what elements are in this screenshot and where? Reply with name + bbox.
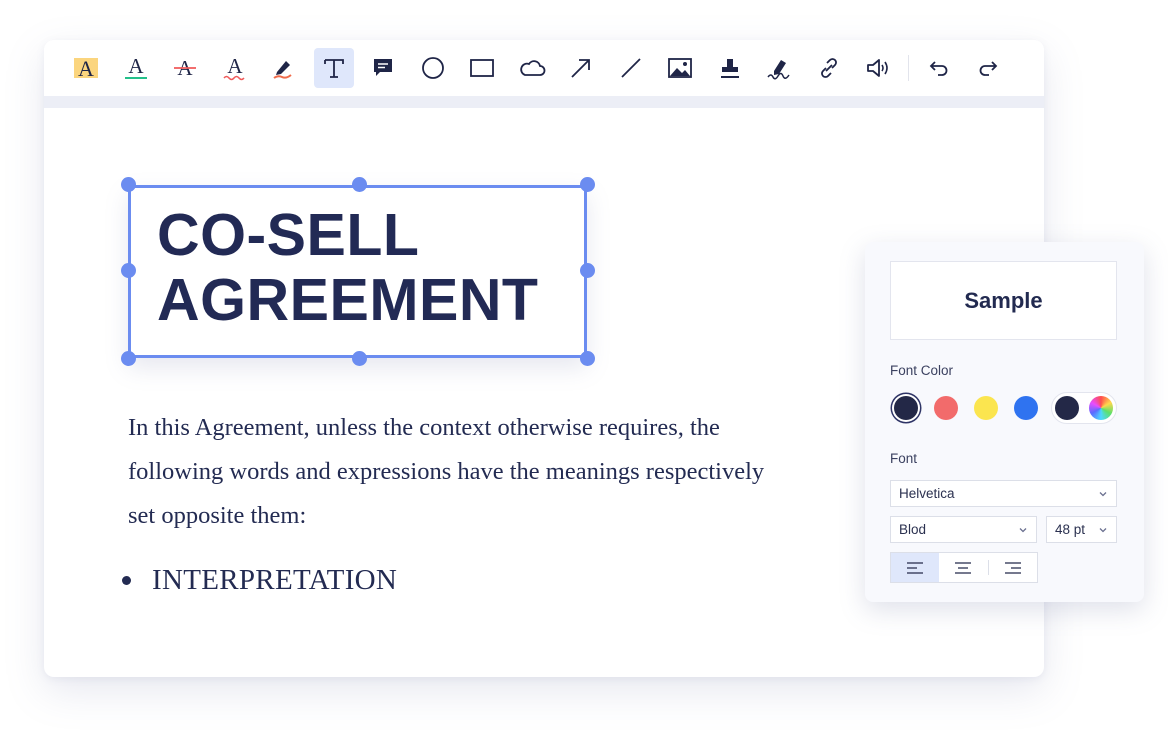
resize-handle-top-right[interactable] [580,177,595,192]
bullet-text: INTERPRETATION [152,564,398,596]
strikethrough-tool[interactable]: A [165,48,205,88]
align-right-icon [1004,561,1021,574]
title-line-2: AGREEMENT [157,267,539,333]
redo-button[interactable] [968,48,1008,88]
text-box-tool[interactable] [313,48,354,88]
font-label: Font [890,451,918,466]
line-icon [620,58,641,78]
font-family-value: Helvetica [899,486,955,501]
paragraph-line-1: In this Agreement, unless the context ot… [128,414,720,441]
body-paragraph: In this Agreement, unless the context ot… [128,406,868,538]
comment-icon [374,59,392,76]
resize-handle-bottom-left[interactable] [121,351,136,366]
font-sample-preview: Sample [890,261,1117,340]
cloud-tool[interactable] [512,48,552,88]
underline-icon: A [124,55,147,79]
chevron-down-icon [1019,528,1027,533]
text-alignment-group [890,552,1038,583]
highlight-icon: A [74,56,98,81]
resize-handle-right[interactable] [580,263,595,278]
resize-handle-bottom[interactable] [352,351,367,366]
pencil-tool[interactable] [264,48,304,88]
annotation-toolbar: A A A A [44,40,1044,96]
svg-text:A: A [227,55,243,78]
color-swatch-navy[interactable] [894,396,918,420]
line-tool[interactable] [611,48,651,88]
current-color-swatch [1055,396,1079,420]
resize-handle-top-left[interactable] [121,177,136,192]
undo-icon [929,61,947,76]
note-tool[interactable] [363,48,403,88]
color-swatch-blue[interactable] [1014,396,1038,420]
title-line-1: CO-SELL [157,202,420,268]
toolbar-divider [907,55,909,81]
align-right-button[interactable] [989,553,1037,582]
arrow-tool[interactable] [561,48,601,88]
signature-tool[interactable] [759,48,799,88]
highlight-tool[interactable]: A [66,48,106,88]
align-center-icon [955,561,972,574]
svg-text:A: A [78,56,94,81]
font-family-select[interactable]: Helvetica [890,480,1117,507]
image-icon [668,58,692,78]
undo-button[interactable] [919,48,959,88]
bullet-dot [122,576,131,585]
text-properties-panel: Sample Font Color Font Helvetica Blod 48… [865,242,1144,602]
stamp-tool[interactable] [710,48,750,88]
svg-text:A: A [128,55,144,78]
color-swatch-red[interactable] [934,396,958,420]
signature-pen-icon [767,60,790,80]
resize-handle-left[interactable] [121,263,136,278]
cloud-icon [519,60,545,76]
color-swatch-yellow[interactable] [974,396,998,420]
text-icon [323,59,344,78]
squiggly-tool[interactable]: A [215,48,255,88]
arrow-icon [571,59,590,78]
circle-tool[interactable] [413,48,453,88]
link-icon [820,58,837,78]
chevron-down-icon [1099,528,1107,533]
link-tool[interactable] [809,48,849,88]
resize-handle-top[interactable] [352,177,367,192]
font-color-label: Font Color [890,363,954,378]
font-weight-select[interactable]: Blod [890,516,1037,543]
rectangle-icon [470,59,494,77]
underline-tool[interactable]: A [116,48,156,88]
align-center-button[interactable] [939,553,987,582]
speaker-icon [867,59,888,77]
pencil-icon [273,61,292,79]
resize-handle-bottom-right[interactable] [580,351,595,366]
audio-tool[interactable] [858,48,898,88]
bullet-item: INTERPRETATION [122,564,397,597]
rectangle-tool[interactable] [462,48,502,88]
align-left-button[interactable] [891,553,940,582]
strikethrough-icon: A [174,56,196,80]
font-size-select[interactable]: 48 pt [1046,516,1117,543]
paragraph-line-2: following words and expressions have the… [128,458,765,485]
custom-color-picker[interactable] [1051,392,1117,424]
paragraph-line-3: set opposite them: [128,502,307,529]
image-tool[interactable] [660,48,700,88]
document-title[interactable]: CO-SELL AGREEMENT [157,203,577,333]
align-left-icon [907,561,924,574]
chevron-down-icon [1099,492,1107,497]
font-size-value: 48 pt [1055,522,1086,537]
color-wheel-icon [1089,396,1113,420]
squiggly-icon: A [222,55,245,81]
redo-icon [979,61,998,76]
font-weight-value: Blod [899,522,927,537]
toolbar-bottom-band [44,96,1044,108]
stamp-icon [720,59,739,78]
circle-icon [421,57,444,79]
